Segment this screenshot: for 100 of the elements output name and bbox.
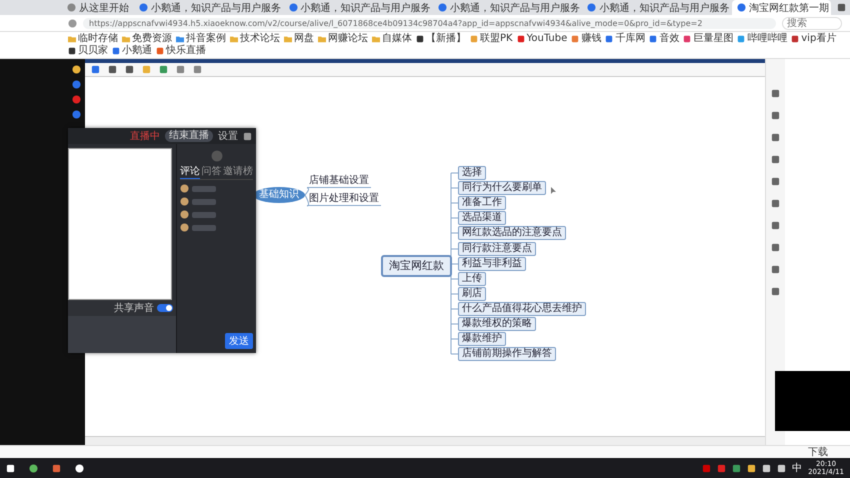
avatar-icon <box>210 150 222 162</box>
site-icon <box>605 35 614 43</box>
subtopic[interactable]: 选择 <box>458 166 486 180</box>
sidebar-icon[interactable] <box>771 89 780 98</box>
bookmark[interactable]: 千库网 <box>605 33 646 45</box>
back-icon[interactable] <box>68 18 77 28</box>
subtopic[interactable]: 刷店 <box>458 286 486 301</box>
folder-icon <box>372 35 380 43</box>
subtopic[interactable]: 店铺基础设置 <box>307 175 371 188</box>
sidebar-icon[interactable] <box>771 243 780 252</box>
panel-tab[interactable]: 问答 <box>202 166 222 179</box>
site-icon <box>516 35 525 43</box>
site-icon <box>68 47 76 55</box>
connector-line <box>450 248 458 250</box>
browser-tab[interactable]: 从这里开始 <box>62 0 132 15</box>
bookmark[interactable]: 免费资源 <box>122 33 172 45</box>
message-bubble <box>192 224 216 230</box>
subtopic[interactable]: 同行款注意要点 <box>458 242 536 256</box>
bookmark[interactable]: YouTube <box>516 33 568 45</box>
subtopic[interactable]: 利益与非利益 <box>458 256 526 271</box>
topic-bubble[interactable]: 基础知识 <box>253 187 305 203</box>
subtopic[interactable]: 爆款维护 <box>458 332 506 346</box>
site-icon <box>649 35 658 43</box>
send-button[interactable]: 发送 <box>225 333 253 349</box>
page-icon <box>438 3 447 12</box>
subtopic[interactable]: 图片处理和设置 <box>307 193 381 206</box>
connector-line <box>450 172 458 174</box>
bookmark[interactable]: 音效 <box>649 33 680 45</box>
chat-icon[interactable] <box>75 464 84 472</box>
central-topic[interactable]: 淘宝网红款 <box>381 255 452 277</box>
bookmark[interactable]: 巨量星图 <box>683 33 734 45</box>
subtopic[interactable]: 选品渠道 <box>458 211 506 226</box>
subtopic[interactable]: 网红款选品的注意要点 <box>458 226 566 240</box>
subtopic[interactable]: 爆款维权的策略 <box>458 317 536 331</box>
connector-line <box>450 308 458 310</box>
sidebar-icon[interactable] <box>771 199 780 208</box>
bookmark[interactable]: 临时存储 <box>68 33 118 45</box>
bookmark[interactable]: vip看片 <box>791 33 836 45</box>
sidebar-icon[interactable] <box>771 287 780 296</box>
cursor-icon <box>551 187 556 194</box>
sidebar-icon[interactable] <box>771 111 780 120</box>
sidebar-icon[interactable] <box>771 177 780 186</box>
ime-indicator[interactable]: 中 <box>792 461 802 475</box>
sidebar-icon[interactable] <box>771 221 780 230</box>
sidebar-icon[interactable] <box>771 133 780 142</box>
sidebar-icon[interactable] <box>771 155 780 164</box>
bookmark[interactable]: 自媒体 <box>372 33 412 45</box>
panel-tab[interactable]: 邀请榜 <box>223 166 253 179</box>
bookmark[interactable]: 网盘 <box>284 33 314 45</box>
address-field[interactable]: https://appscnafvwi4934.h5.xiaoeknow.com/v2/course/alive/l_6071868ce4b09134c98704a4?app_id=appscnafvwi4934&alive_mode=0&pro_id=&type=2 <box>83 18 776 28</box>
sidebar-icon[interactable] <box>771 265 780 274</box>
site-icon <box>156 47 164 55</box>
browser-tab[interactable]: 小鹅通，知识产品与用户服务 <box>432 0 580 15</box>
browser-tab[interactable]: 小鹅通，知识产品与用户服务 <box>134 0 282 15</box>
page-icon <box>67 3 76 12</box>
bookmark[interactable]: 小鹅通 <box>112 45 152 57</box>
message-bubble <box>192 198 216 204</box>
message-bubble <box>192 186 216 192</box>
browser-tab[interactable]: 淘宝网红款第一期 <box>732 0 831 15</box>
subtopic[interactable]: 同行为什么要刷单 <box>458 181 546 196</box>
search-field[interactable]: 搜索 <box>782 16 842 30</box>
close-icon[interactable] <box>243 132 252 140</box>
site-icon <box>737 35 746 43</box>
page-icon <box>587 3 596 12</box>
bookmark[interactable]: 技术论坛 <box>230 33 280 45</box>
bookmark[interactable]: 哔哩哔哩 <box>737 33 788 45</box>
bookmark[interactable]: 【新播】 <box>416 33 466 45</box>
subtopic[interactable]: 店铺前期操作与解答 <box>458 347 556 362</box>
folder-icon <box>68 35 76 43</box>
toggle-switch[interactable] <box>157 304 173 312</box>
subtopic[interactable]: 上传 <box>458 272 486 286</box>
site-icon <box>112 47 120 55</box>
page-icon <box>139 3 148 12</box>
subtopic[interactable]: 准备工作 <box>458 196 506 210</box>
folder-icon <box>122 35 130 43</box>
browser-icon[interactable] <box>29 464 38 472</box>
connector-line <box>450 338 458 340</box>
page-icon <box>288 3 298 12</box>
folder-icon <box>284 35 292 43</box>
settings-link[interactable]: 设置 <box>218 129 238 143</box>
folder-icon <box>176 35 184 43</box>
panel-tab[interactable]: 评论 <box>180 166 200 179</box>
download-button[interactable]: 下载 <box>806 445 830 459</box>
browser-tab[interactable]: 小鹅通，知识产品与用户服务 <box>582 0 730 15</box>
connector-line <box>450 278 458 280</box>
site-icon <box>470 35 478 43</box>
bookmark[interactable]: 赚钱 <box>571 33 602 45</box>
bookmark[interactable]: 联盟PK <box>470 33 513 45</box>
end-live-button[interactable]: 结束直播 <box>165 130 213 142</box>
bookmark[interactable]: 网赚论坛 <box>318 33 368 45</box>
site-icon <box>416 35 424 43</box>
bookmark[interactable]: 快乐直播 <box>156 45 206 57</box>
browser-tab[interactable]: 小鹅通，知识产品与用户服务 <box>284 0 431 15</box>
folder-icon <box>230 35 238 43</box>
bookmark[interactable]: 贝贝家 <box>68 45 108 57</box>
toggle-label: 共享声音 <box>114 302 154 315</box>
subtopic[interactable]: 什么产品值得花心思去维护 <box>458 302 586 316</box>
app-icon[interactable] <box>52 464 61 472</box>
windows-icon[interactable] <box>6 464 15 472</box>
bookmark[interactable]: 抖音案例 <box>176 33 226 45</box>
